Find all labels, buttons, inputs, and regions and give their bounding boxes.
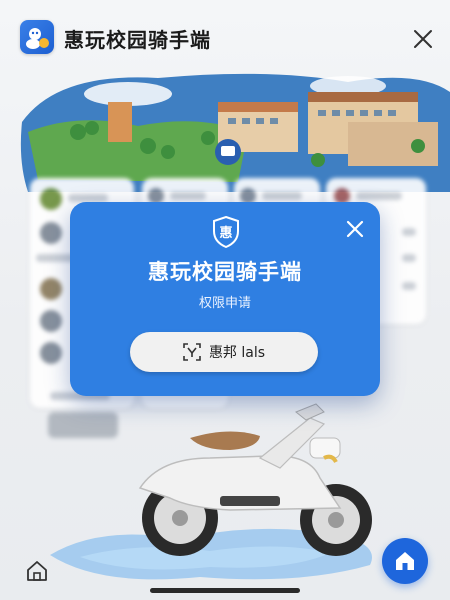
authorize-button[interactable]: 惠邦 lals xyxy=(130,332,318,372)
authorize-button-label: 惠邦 lals xyxy=(208,345,266,361)
mascot-logo-icon xyxy=(20,20,54,54)
home-indicator[interactable] xyxy=(150,588,300,593)
shield-badge-char: 惠 xyxy=(219,225,232,241)
campus-illustration xyxy=(18,62,450,192)
scooter-illustration xyxy=(110,398,410,568)
home-outline-icon[interactable] xyxy=(24,558,50,584)
background-label xyxy=(48,412,118,438)
shield-badge-icon: 惠 xyxy=(212,215,240,249)
permission-dialog: 惠 惠玩校园骑手端 权限申请 惠邦 lals xyxy=(70,202,380,396)
close-icon[interactable] xyxy=(344,218,366,240)
close-icon[interactable] xyxy=(410,26,436,52)
home-icon[interactable] xyxy=(382,538,428,584)
app-title: 惠玩校园骑手端 xyxy=(64,28,211,52)
app-screen: 惠玩校园骑手端 惠 惠玩校园骑手端 权限申请 惠邦 lals xyxy=(0,0,450,600)
scan-icon xyxy=(183,343,201,361)
dialog-subtitle: 权限申请 xyxy=(198,296,251,311)
dialog-title: 惠玩校园骑手端 xyxy=(148,260,302,284)
